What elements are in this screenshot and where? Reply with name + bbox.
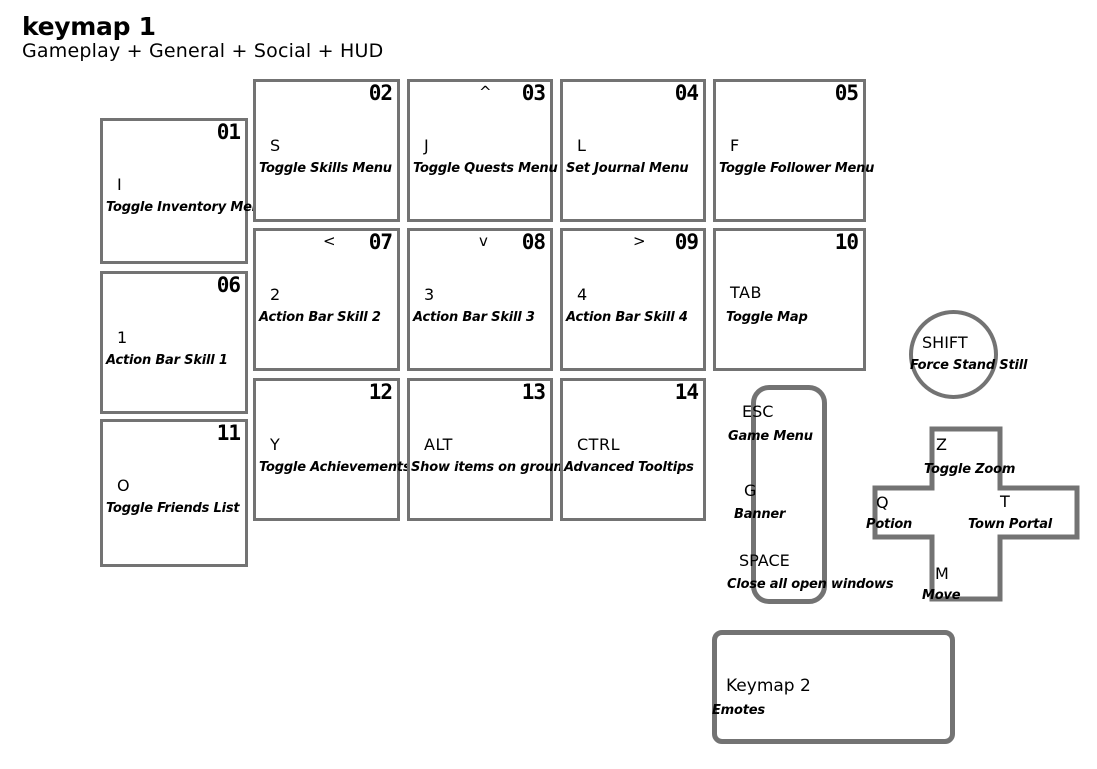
- cross-key-action-bottom: Move: [922, 588, 961, 603]
- key-box-06[interactable]: 06 1 Action Bar Skill 1: [100, 271, 248, 414]
- page-title: keymap 1: [22, 12, 156, 41]
- key-number-01: 01: [216, 120, 241, 144]
- cross-key-cap-left: Q: [876, 493, 889, 512]
- key-cap-13: ALT: [424, 435, 453, 454]
- key-action-14: Advanced Tooltips: [564, 460, 694, 475]
- key-action-08: Action Bar Skill 3: [413, 310, 535, 325]
- key-action-02: Toggle Skills Menu: [259, 161, 392, 176]
- key-number-02: 02: [368, 81, 393, 105]
- key-number-11: 11: [216, 421, 241, 445]
- cross-key-group[interactable]: [872, 426, 1080, 602]
- keymap-diagram: keymap 1 Gameplay + General + Social + H…: [0, 0, 1097, 769]
- key-cap-11: O: [117, 476, 131, 495]
- cross-shape-icon: [872, 426, 1080, 602]
- cross-key-action-left: Potion: [866, 517, 913, 532]
- capsule-key-cap-g: G: [744, 481, 757, 500]
- diagram-header: keymap 1 Gameplay + General + Social + H…: [22, 12, 384, 63]
- key-action-03: Toggle Quests Menu: [413, 161, 558, 176]
- key-cap-01: I: [117, 175, 123, 194]
- key-cap-05: F: [730, 136, 740, 155]
- key-action-05: Toggle Follower Menu: [719, 161, 875, 176]
- key-box-04[interactable]: 04 L Set Journal Menu: [560, 79, 706, 222]
- capsule-key-cap-esc: ESC: [742, 402, 774, 421]
- key-action-09: Action Bar Skill 4: [566, 310, 688, 325]
- key-action-11: Toggle Friends List: [106, 501, 240, 516]
- key-box-11[interactable]: 11 O Toggle Friends List: [100, 419, 248, 567]
- key-cap-09: 4: [577, 285, 588, 304]
- key-number-14: 14: [674, 380, 699, 404]
- key-number-12: 12: [368, 380, 393, 404]
- key-number-09: 09: [674, 230, 699, 254]
- key-box-05[interactable]: 05 F Toggle Follower Menu: [713, 79, 874, 222]
- key-box-02[interactable]: 02 S Toggle Skills Menu: [253, 79, 400, 222]
- capsule-key-cap-space: SPACE: [739, 551, 790, 570]
- capsule-key-action-esc: Game Menu: [728, 429, 813, 444]
- key-action-04: Set Journal Menu: [566, 161, 689, 176]
- key-box-13[interactable]: 13 ALT Show items on ground: [407, 378, 572, 521]
- key-action-13: Show items on ground: [411, 460, 572, 475]
- key-box-01[interactable]: 01 I Toggle Inventory Menu: [100, 118, 270, 264]
- page-subtitle: Gameplay + General + Social + HUD: [22, 40, 384, 63]
- key-action-12: Toggle Achievements: [259, 460, 411, 475]
- key-cap-02: S: [270, 136, 281, 155]
- key-action-10: Toggle Map: [726, 310, 808, 325]
- key-cap-03: J: [424, 136, 430, 155]
- chevron-down-icon: v: [479, 232, 488, 250]
- key-box-03[interactable]: ^ 03 J Toggle Quests Menu: [407, 79, 558, 222]
- cross-key-action-top: Toggle Zoom: [924, 462, 1016, 477]
- circle-key-action-shift: Force Stand Still: [910, 358, 1028, 373]
- keymap2-title: Keymap 2: [726, 676, 811, 696]
- key-number-07: 07: [368, 230, 393, 254]
- key-action-01: Toggle Inventory Menu: [106, 200, 270, 215]
- keymap2-subtitle: Emotes: [712, 703, 765, 718]
- key-number-05: 05: [834, 81, 859, 105]
- key-box-07[interactable]: < 07 2 Action Bar Skill 2: [253, 228, 400, 371]
- key-box-14[interactable]: 14 CTRL Advanced Tooltips: [560, 378, 706, 521]
- capsule-key-action-space: Close all open windows: [727, 577, 894, 592]
- chevron-up-icon: ^: [479, 83, 492, 101]
- circle-key-shift[interactable]: [909, 310, 998, 399]
- cross-key-cap-bottom: M: [935, 564, 949, 583]
- key-number-08: 08: [521, 230, 546, 254]
- key-box-10[interactable]: 10 TAB Toggle Map: [713, 228, 866, 371]
- key-cap-04: L: [577, 136, 587, 155]
- cross-key-cap-right: T: [1000, 492, 1010, 511]
- chevron-right-icon: >: [633, 232, 646, 250]
- key-cap-10: TAB: [730, 283, 762, 302]
- capsule-key-action-g: Banner: [734, 507, 786, 522]
- key-box-09[interactable]: > 09 4 Action Bar Skill 4: [560, 228, 706, 371]
- cross-key-action-right: Town Portal: [968, 517, 1053, 532]
- key-cap-14: CTRL: [577, 435, 620, 454]
- key-cap-06: 1: [117, 328, 128, 347]
- key-box-08[interactable]: v 08 3 Action Bar Skill 3: [407, 228, 553, 371]
- key-number-04: 04: [674, 81, 699, 105]
- key-cap-12: Y: [270, 435, 281, 454]
- key-cap-07: 2: [270, 285, 281, 304]
- key-number-03: 03: [521, 81, 546, 105]
- cross-key-cap-top: Z: [936, 435, 947, 454]
- key-number-10: 10: [834, 230, 859, 254]
- key-action-07: Action Bar Skill 2: [259, 310, 381, 325]
- key-box-12[interactable]: 12 Y Toggle Achievements: [253, 378, 411, 521]
- key-cap-08: 3: [424, 285, 435, 304]
- key-number-13: 13: [521, 380, 546, 404]
- key-number-06: 06: [216, 273, 241, 297]
- key-action-06: Action Bar Skill 1: [106, 353, 228, 368]
- circle-key-cap-shift: SHIFT: [922, 333, 968, 352]
- chevron-left-icon: <: [323, 232, 336, 250]
